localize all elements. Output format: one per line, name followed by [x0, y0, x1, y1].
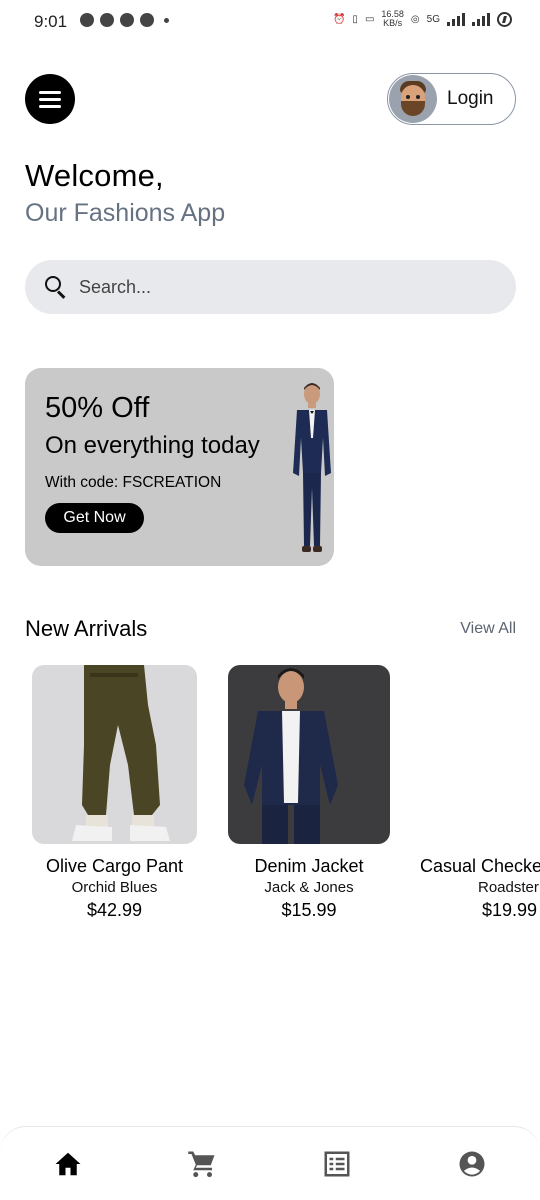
- get-now-button[interactable]: Get Now: [45, 503, 144, 533]
- whatsapp-icon: [100, 13, 114, 27]
- menu-icon-line: [39, 104, 61, 108]
- menu-button[interactable]: [25, 74, 75, 124]
- alarm-icon: ⏰: [332, 13, 346, 25]
- promo-banner[interactable]: 50% Off On everything today With code: F…: [25, 368, 334, 566]
- product-name: Olive Cargo Pant: [45, 856, 184, 876]
- profile-icon[interactable]: [457, 1149, 487, 1179]
- vibrate-icon: ▯: [352, 13, 358, 25]
- app-icon: [120, 13, 134, 27]
- product-name: Casual Checke: [420, 856, 540, 876]
- avatar: [389, 75, 437, 123]
- home-icon[interactable]: [53, 1149, 83, 1179]
- orders-icon[interactable]: [322, 1149, 352, 1179]
- product-image-olive-cargo-pant[interactable]: [32, 665, 197, 844]
- signal-icon-2: [472, 12, 490, 26]
- status-bar: 9:01 ⏰ ▯ ▭ 16.58 KB/s ◎ 5G: [0, 0, 540, 44]
- product-brand: Roadster: [478, 879, 539, 896]
- cart-icon[interactable]: [187, 1149, 217, 1179]
- net-speed: 16.58 KB/s: [381, 10, 404, 28]
- welcome-title: Welcome,: [25, 158, 164, 193]
- chat-icon: [80, 13, 94, 27]
- avatar-eye: [406, 95, 410, 99]
- welcome-subtitle: Our Fashions App: [25, 199, 226, 227]
- product-image-denim-jacket[interactable]: [228, 665, 390, 844]
- volte-icon: ▭: [364, 13, 375, 25]
- new-arrivals-title: New Arrivals: [25, 616, 148, 641]
- signal-icon-1: [447, 12, 465, 26]
- more-notifications-icon: [164, 17, 169, 23]
- avatar-beard: [401, 101, 425, 116]
- product-price: $19.99: [482, 900, 538, 920]
- product-photo: [244, 668, 338, 844]
- bottom-navigation: [0, 1126, 540, 1200]
- avatar-eye: [416, 95, 420, 99]
- login-label: Login: [447, 88, 494, 109]
- promo-subtitle: On everything today: [45, 432, 260, 459]
- browser-icon: [140, 13, 154, 27]
- product-price: $15.99: [281, 900, 337, 920]
- search-input[interactable]: [79, 276, 459, 298]
- product-brand: Jack & Jones: [264, 879, 354, 896]
- menu-icon-line: [39, 97, 61, 101]
- promo-model-image: [293, 383, 331, 552]
- notification-icons: [80, 13, 169, 27]
- view-all-link[interactable]: View All: [460, 620, 516, 638]
- login-button[interactable]: Login: [387, 73, 516, 125]
- search-bar[interactable]: [25, 260, 516, 314]
- search-icon: [45, 276, 67, 298]
- hotspot-icon: ◎: [410, 13, 420, 25]
- product-photo: [72, 665, 170, 841]
- battery-saver-icon: [497, 11, 512, 27]
- promo-title: 50% Off: [45, 392, 150, 424]
- product-price: $42.99: [86, 900, 143, 920]
- network-type: 5G: [426, 13, 440, 25]
- promo-code: With code: FSCREATION: [45, 474, 222, 491]
- net-speed-unit: KB/s: [383, 18, 403, 28]
- status-time: 9:01: [34, 12, 68, 31]
- product-brand: Orchid Blues: [71, 879, 158, 896]
- product-name: Denim Jacket: [254, 856, 364, 876]
- system-icons: ⏰ ▯ ▭ 16.58 KB/s ◎ 5G: [333, 10, 512, 28]
- menu-icon-line: [39, 90, 61, 94]
